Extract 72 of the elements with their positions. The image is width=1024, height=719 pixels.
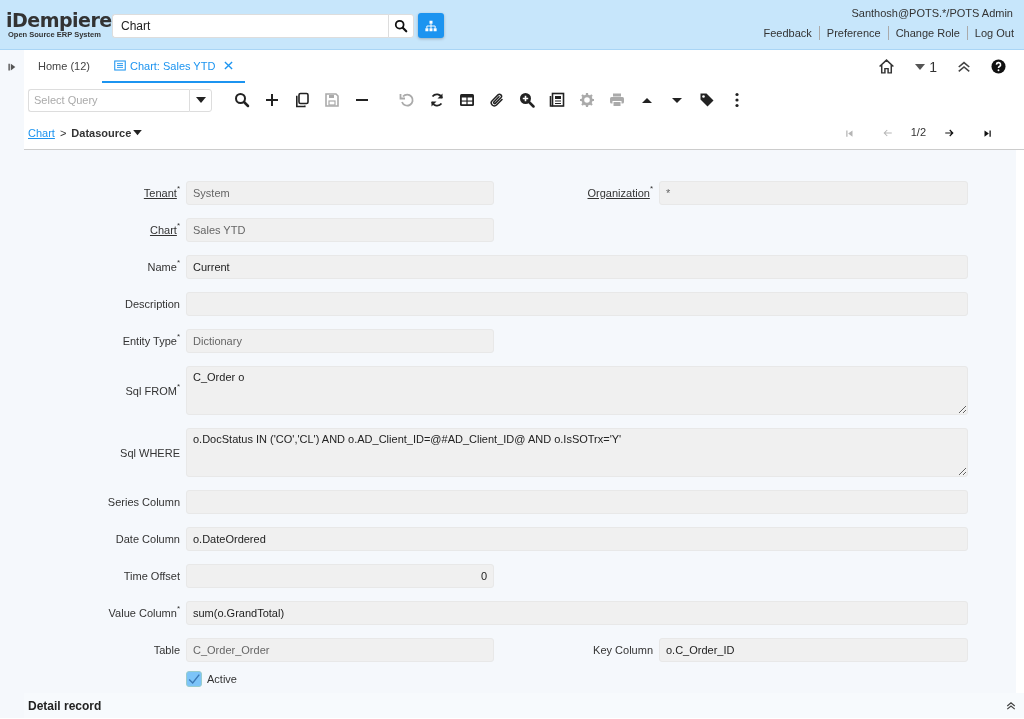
- field-label-link[interactable]: Chart$^{*}$: [24, 224, 180, 236]
- last-record-icon: [982, 127, 992, 139]
- home-icon[interactable]: [878, 58, 896, 75]
- input-field[interactable]: Sales YTD: [186, 218, 494, 242]
- input-field[interactable]: o.C_Order_ID: [659, 638, 968, 662]
- header-link[interactable]: Log Out: [966, 26, 1014, 40]
- input-field[interactable]: Current: [186, 255, 968, 279]
- field-label: Entity Type$^{*}$: [121, 335, 180, 347]
- field-label: Date Column: [114, 533, 180, 545]
- input-field[interactable]: System: [186, 181, 494, 205]
- field-label-link[interactable]: Tenant$^{*}$: [24, 187, 180, 199]
- double-chevron-up-icon[interactable]: [957, 59, 971, 74]
- active-checkbox[interactable]: Active: [186, 671, 494, 687]
- left-arrow-icon: [881, 127, 894, 139]
- detail-title: Detail record: [28, 698, 102, 713]
- check-icon: [187, 672, 201, 686]
- field-label: Key Column: [592, 644, 653, 656]
- right-arrow-icon: [943, 127, 955, 139]
- record-position: 1/2: [909, 125, 927, 138]
- list-window-icon: [113, 60, 126, 71]
- field-label: Name$^{*}$: [146, 261, 180, 273]
- breadcrumb-current[interactable]: Datasource: [71, 127, 143, 139]
- input-field[interactable]: C_Order_Order: [186, 638, 494, 662]
- search-icon: [234, 92, 250, 108]
- sitemap-icon: [425, 19, 437, 32]
- table-icon: [459, 92, 475, 108]
- help-icon[interactable]: [991, 59, 1006, 74]
- close-icon[interactable]: [224, 61, 234, 70]
- header-link[interactable]: Feedback: [756, 26, 819, 40]
- minus-icon: [355, 99, 369, 101]
- copy-icon: [294, 92, 310, 108]
- field-label: Value Column$^{*}$: [107, 607, 180, 619]
- query-field[interactable]: Select Query: [28, 88, 189, 112]
- input-field[interactable]: sum(o.GrandTotal): [186, 601, 968, 625]
- tab[interactable]: Home (12): [26, 50, 102, 83]
- field-label: Series Column: [106, 496, 180, 508]
- field-label: Table: [152, 644, 180, 656]
- text-area[interactable]: C_Order o: [186, 366, 968, 415]
- window-count[interactable]: 1: [915, 58, 937, 75]
- text-area[interactable]: o.DocStatus IN ('CO','CL') AND o.AD_Client_ID=@#AD_Client_ID@ AND o.IsSOTrx='Y': [186, 428, 968, 477]
- header-link[interactable]: Change Role: [887, 26, 967, 40]
- input-field[interactable]: Dictionary: [186, 329, 494, 353]
- search-icon: [394, 19, 408, 33]
- search-button[interactable]: [388, 14, 414, 38]
- tag-icon: [699, 92, 715, 108]
- refresh-icon: [429, 92, 445, 108]
- paperclip-icon: [489, 92, 505, 108]
- zoom-in-icon: [519, 92, 535, 108]
- input-field[interactable]: *: [659, 181, 968, 205]
- double-chevron-up-icon: [1006, 700, 1016, 711]
- field-label-link[interactable]: Organization$^{*}$: [500, 187, 653, 199]
- field-label: Time Offset: [122, 570, 180, 582]
- input-field[interactable]: 0: [186, 564, 494, 588]
- search-field[interactable]: Chart: [112, 14, 388, 38]
- field-label: Sql WHERE: [119, 446, 180, 459]
- caret-down-icon: [915, 62, 926, 71]
- breadcrumb-separator: >: [59, 127, 67, 139]
- plus-icon: [264, 92, 280, 108]
- expand-panel-icon[interactable]: [7, 62, 17, 72]
- field-label: Description: [123, 298, 180, 310]
- gear-icon: [579, 92, 595, 108]
- first-record-icon: [844, 127, 855, 139]
- caret-down-icon: [133, 130, 143, 136]
- caret-down-icon: [195, 96, 206, 104]
- query-dropdown-button[interactable]: [189, 88, 212, 112]
- input-field[interactable]: o.DateOrdered: [186, 527, 968, 551]
- header-link[interactable]: Preference: [818, 26, 888, 40]
- field-label: Sql FROM$^{*}$: [124, 384, 180, 397]
- user-name: Santhosh@POTS.*/POTS Admin: [851, 7, 1013, 19]
- printer-icon: [609, 92, 625, 108]
- newspaper-icon: [549, 92, 565, 108]
- undo-icon: [399, 92, 415, 108]
